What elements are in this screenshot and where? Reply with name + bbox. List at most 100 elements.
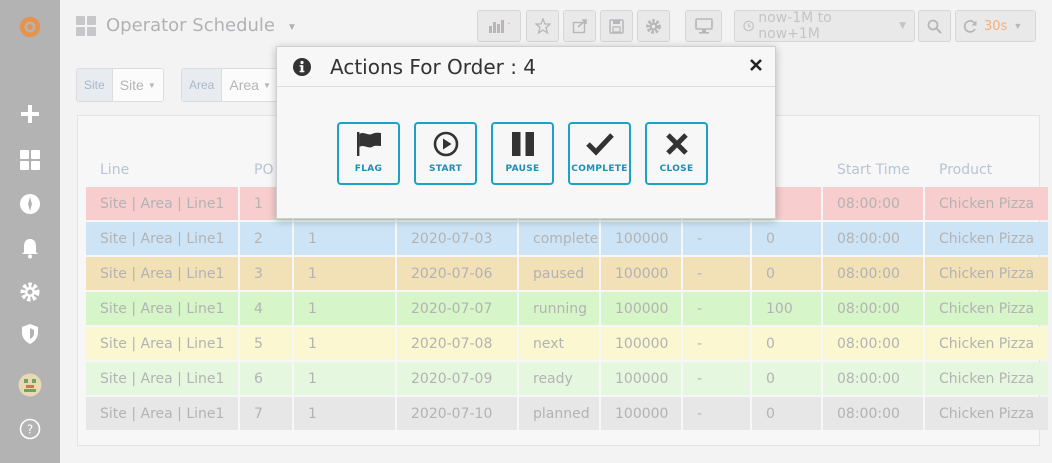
tv-mode-button[interactable] bbox=[685, 10, 722, 42]
page-title[interactable]: Operator Schedule bbox=[106, 15, 275, 36]
table-row[interactable]: Site | Area | Line1 7 1 2020-07-10 planned 10… bbox=[86, 397, 1048, 430]
table-cell-c3: 1 bbox=[294, 362, 395, 395]
variable-site[interactable]: Site Site ▼ bbox=[76, 68, 164, 102]
alerting-bell-icon[interactable] bbox=[18, 236, 42, 260]
table-cell-date: 2020-07-10 bbox=[397, 397, 517, 430]
chevron-down-icon: ▼ bbox=[1013, 21, 1023, 31]
settings-button[interactable] bbox=[637, 10, 670, 42]
table-cell-dash: - bbox=[683, 397, 750, 430]
search-icon bbox=[927, 19, 942, 34]
table-cell-start: 08:00:00 bbox=[823, 397, 923, 430]
table-cell-p: 0 bbox=[752, 397, 821, 430]
table-cell-p: 0 bbox=[752, 327, 821, 360]
table-cell-qty: 100000 bbox=[601, 257, 681, 290]
check-icon bbox=[585, 133, 614, 156]
zoom-out-button[interactable] bbox=[918, 10, 951, 42]
table-cell-line: Site | Area | Line1 bbox=[86, 257, 238, 290]
column-header[interactable]: Start Time bbox=[823, 154, 923, 185]
table-row[interactable]: Site | Area | Line1 5 1 2020-07-08 next 10000… bbox=[86, 327, 1048, 360]
close-icon[interactable] bbox=[749, 58, 763, 72]
table-cell-status: planned bbox=[519, 397, 599, 430]
table-cell-qty: 100000 bbox=[601, 397, 681, 430]
table-cell-qty: 100000 bbox=[601, 222, 681, 255]
table-cell-p: 0 bbox=[752, 257, 821, 290]
svg-text:?: ? bbox=[27, 423, 33, 437]
table-cell-c3: 1 bbox=[294, 327, 395, 360]
refresh-interval: 30s bbox=[984, 18, 1008, 34]
table-cell-start: 08:00:00 bbox=[823, 292, 923, 325]
flag-button[interactable]: FLAG bbox=[337, 122, 400, 185]
chevron-down-icon: ▼ bbox=[899, 21, 906, 31]
flag-icon bbox=[356, 132, 381, 156]
table-cell-qty: 100000 bbox=[601, 327, 681, 360]
flag-label: FLAG bbox=[354, 164, 383, 174]
dashboards-icon[interactable] bbox=[18, 148, 42, 172]
time-range-label: now-1M to now+1M bbox=[758, 10, 832, 42]
refresh-picker[interactable]: 30s ▼ bbox=[955, 10, 1036, 42]
table-cell-start: 08:00:00 bbox=[823, 327, 923, 360]
explore-compass-icon[interactable] bbox=[18, 192, 42, 216]
table-cell-po: 2 bbox=[240, 222, 292, 255]
action-buttons: FLAG START PAUSE COMPLETE CLOSE bbox=[337, 122, 708, 185]
caret-down-icon: ▼ bbox=[262, 80, 271, 90]
table-cell-line: Site | Area | Line1 bbox=[86, 222, 238, 255]
refresh-icon bbox=[963, 19, 977, 33]
table-cell-product: Chicken Pizza bbox=[925, 327, 1048, 360]
table-cell-product: Chicken Pizza bbox=[925, 292, 1048, 325]
save-button[interactable] bbox=[600, 10, 633, 42]
table-row[interactable]: Site | Area | Line1 2 1 2020-07-03 complete 1… bbox=[86, 222, 1048, 255]
pause-label: PAUSE bbox=[505, 164, 540, 174]
variable-value[interactable]: Site ▼ bbox=[112, 69, 163, 101]
table-cell-status: running bbox=[519, 292, 599, 325]
variable-value[interactable]: Area ▼ bbox=[222, 69, 278, 101]
plus-icon[interactable] bbox=[18, 102, 42, 126]
table-cell-line: Site | Area | Line1 bbox=[86, 362, 238, 395]
table-cell-po: 3 bbox=[240, 257, 292, 290]
table-cell-dash: - bbox=[683, 362, 750, 395]
table-cell-start: 08:00:00 bbox=[823, 257, 923, 290]
chevron-down-icon[interactable]: ▼ bbox=[287, 22, 297, 33]
server-admin-shield-icon[interactable] bbox=[18, 322, 42, 346]
table-row[interactable]: Site | Area | Line1 3 1 2020-07-06 paused 100… bbox=[86, 257, 1048, 290]
table-cell-product: Chicken Pizza bbox=[925, 222, 1048, 255]
column-header[interactable]: Product bbox=[925, 154, 1048, 185]
configuration-gear-icon[interactable] bbox=[18, 280, 42, 304]
table-cell-c3: 1 bbox=[294, 292, 395, 325]
caret-down-icon: ▼ bbox=[147, 80, 156, 90]
variable-label: Area bbox=[182, 69, 223, 101]
table-cell-status: paused bbox=[519, 257, 599, 290]
time-range-picker[interactable]: now-1M to now+1M ▼ bbox=[734, 10, 915, 42]
complete-button[interactable]: COMPLETE bbox=[568, 122, 631, 185]
start-button[interactable]: START bbox=[414, 122, 477, 185]
table-row[interactable]: Site | Area | Line1 6 1 2020-07-09 ready 1000… bbox=[86, 362, 1048, 395]
table-cell-start: 08:00:00 bbox=[823, 222, 923, 255]
table-cell-status: complete bbox=[519, 222, 599, 255]
add-panel-button[interactable]: + bbox=[477, 10, 521, 42]
dashboard-title-picker[interactable]: Operator Schedule ▼ bbox=[76, 15, 297, 36]
table-cell-date: 2020-07-07 bbox=[397, 292, 517, 325]
star-button[interactable] bbox=[526, 10, 559, 42]
pause-button[interactable]: PAUSE bbox=[491, 122, 554, 185]
table-cell-date: 2020-07-06 bbox=[397, 257, 517, 290]
settings-gear-icon bbox=[646, 18, 661, 34]
variable-value-text: Area bbox=[229, 77, 259, 93]
close-order-button[interactable]: CLOSE bbox=[645, 122, 708, 185]
share-icon bbox=[572, 19, 587, 34]
variable-area[interactable]: Area Area ▼ bbox=[181, 68, 279, 102]
table-cell-dash: - bbox=[683, 327, 750, 360]
grafana-logo-icon[interactable] bbox=[18, 15, 42, 39]
help-question-icon[interactable]: ? bbox=[18, 417, 42, 441]
table-row[interactable]: Site | Area | Line1 4 1 2020-07-07 running 10… bbox=[86, 292, 1048, 325]
column-header[interactable]: Line bbox=[86, 154, 238, 185]
share-button[interactable] bbox=[563, 10, 596, 42]
table-cell-start: 08:00:00 bbox=[823, 362, 923, 395]
user-avatar-icon[interactable] bbox=[18, 373, 42, 397]
modal-title: Actions For Order : 4 bbox=[330, 55, 537, 79]
table-cell-status: next bbox=[519, 327, 599, 360]
variable-value-text: Site bbox=[119, 77, 144, 93]
table-cell-line: Site | Area | Line1 bbox=[86, 292, 238, 325]
table-cell-qty: 100000 bbox=[601, 292, 681, 325]
table-cell-line: Site | Area | Line1 bbox=[86, 187, 238, 220]
table-cell-product: Chicken Pizza bbox=[925, 397, 1048, 430]
table-cell-c3: 1 bbox=[294, 257, 395, 290]
